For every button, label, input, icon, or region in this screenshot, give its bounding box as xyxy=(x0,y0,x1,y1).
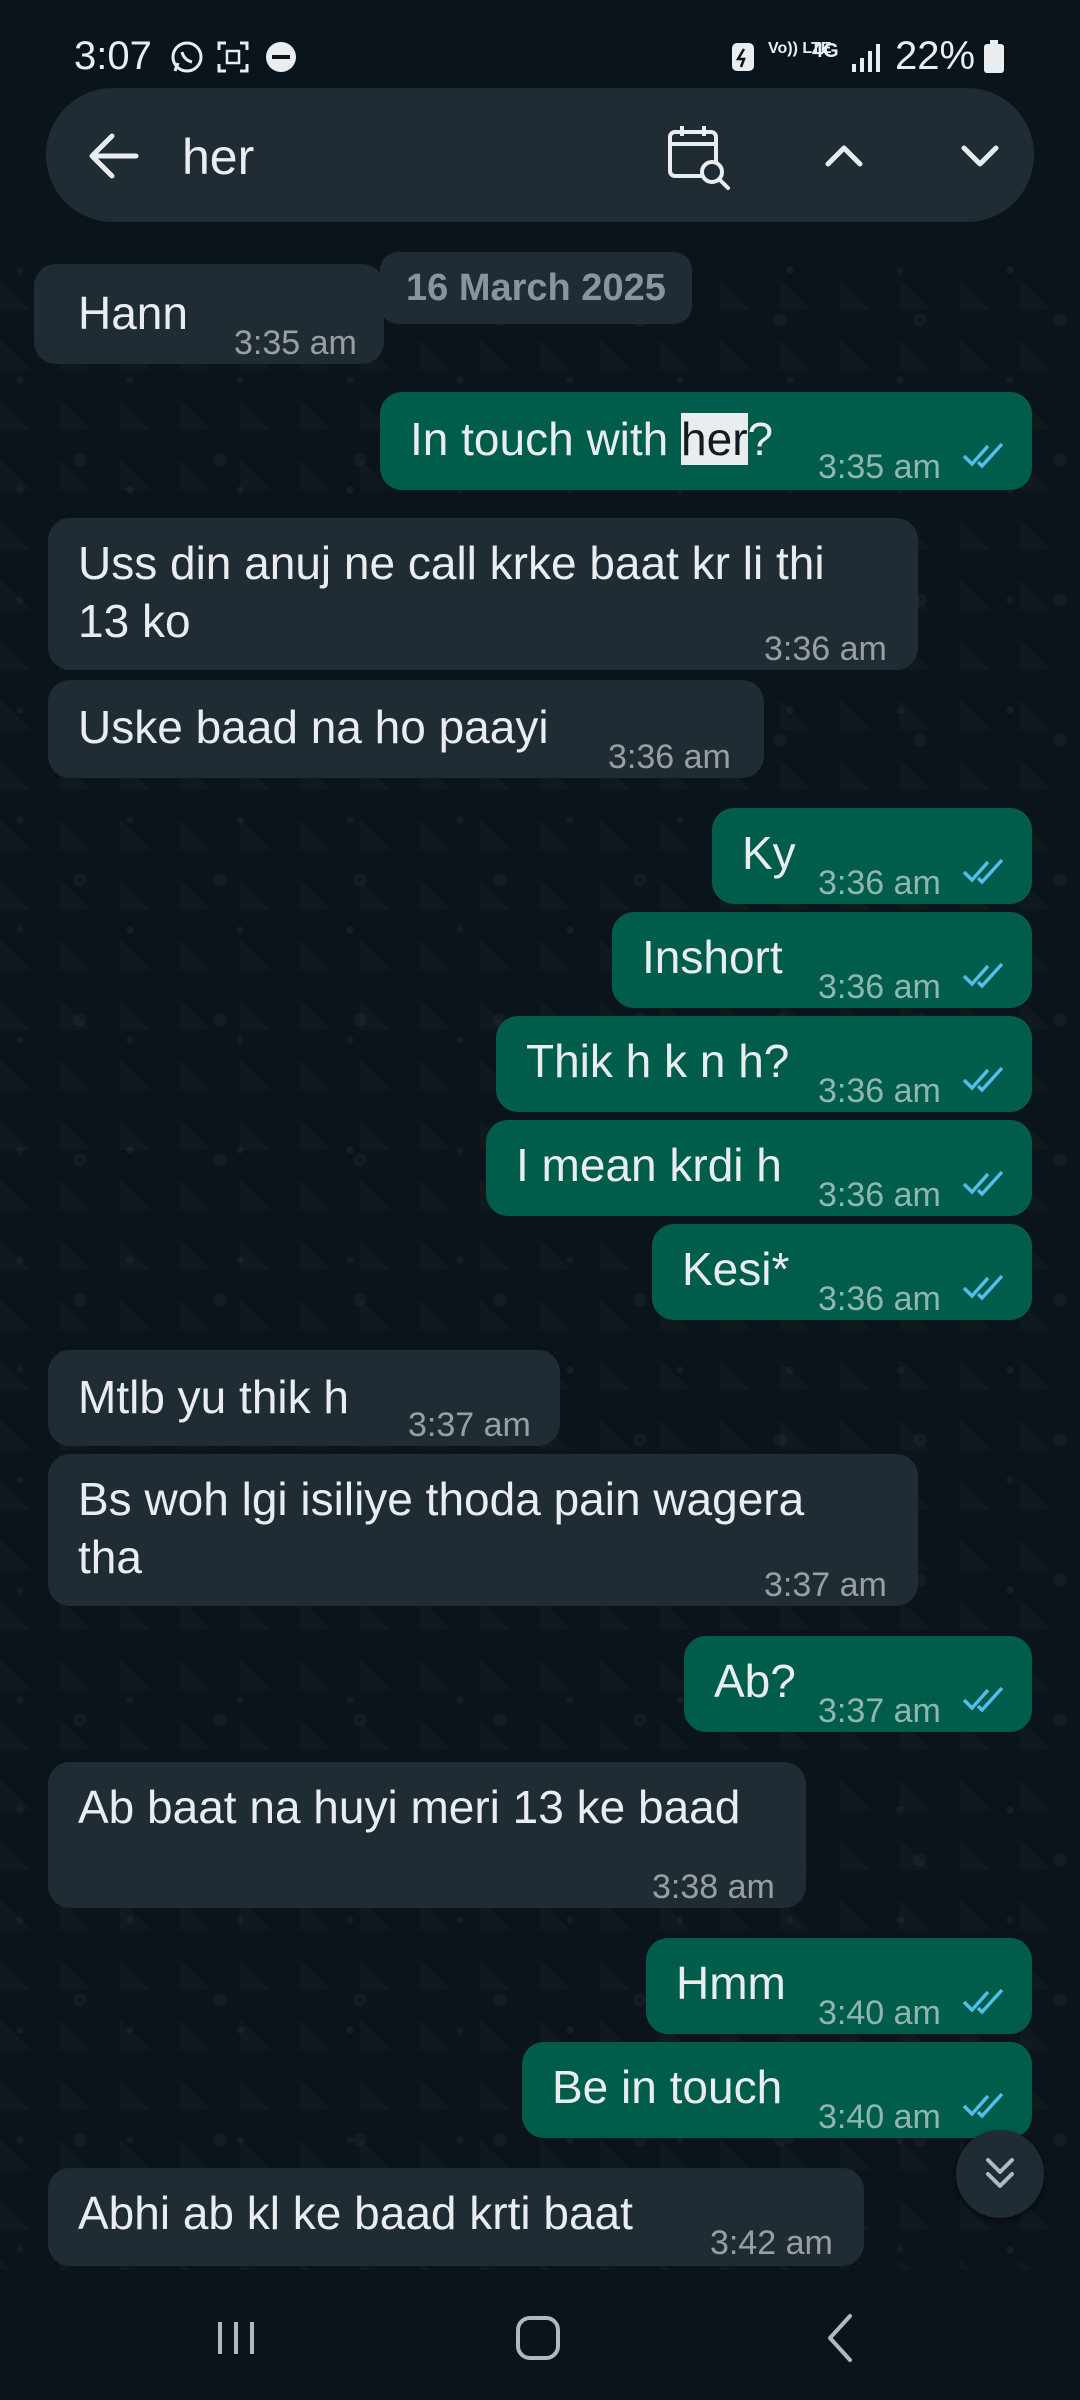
battery-icon xyxy=(984,40,1004,73)
message-text: Ab? xyxy=(714,1655,796,1707)
message-bubble-outgoing[interactable]: I mean krdi h 3:36 am xyxy=(486,1120,1032,1216)
read-receipt-icon xyxy=(962,1988,1004,2015)
message-time: 3:38 am xyxy=(652,1868,775,1906)
message-text-before: In touch with xyxy=(410,413,682,465)
message-bubble-outgoing[interactable]: Inshort 3:36 am xyxy=(612,912,1032,1008)
message-time: 3:35 am xyxy=(234,324,357,362)
message-bubble-outgoing[interactable]: Ab? 3:37 am xyxy=(684,1636,1032,1732)
message-time: 3:40 am xyxy=(818,2098,941,2136)
message-time: 3:35 am xyxy=(818,448,941,486)
do-not-disturb-icon xyxy=(266,42,296,72)
message-time: 3:37 am xyxy=(818,1692,941,1730)
search-match-highlight: her xyxy=(681,413,748,465)
message-time: 3:36 am xyxy=(818,864,941,902)
read-receipt-icon xyxy=(962,1686,1004,1713)
message-text: Uske baad na ho paayi xyxy=(78,701,549,753)
read-receipt-icon xyxy=(962,1274,1004,1301)
message-bubble-outgoing[interactable]: Ky 3:36 am xyxy=(712,808,1032,904)
message-time: 3:36 am xyxy=(818,1176,941,1214)
message-text: Ky xyxy=(742,827,796,879)
message-time: 3:36 am xyxy=(764,630,887,668)
message-time: 3:36 am xyxy=(818,968,941,1006)
whatsapp-notification-icon xyxy=(171,41,203,73)
back-arrow-icon[interactable] xyxy=(82,124,146,188)
message-bubble-outgoing[interactable]: Thik h k n h? 3:36 am xyxy=(496,1016,1032,1112)
message-text: Hmm xyxy=(676,1957,786,2009)
message-text: Hann xyxy=(78,287,188,339)
message-time: 3:36 am xyxy=(608,738,731,776)
battery-saver-icon xyxy=(732,43,754,71)
message-text: Inshort xyxy=(642,931,783,983)
message-bubble-incoming[interactable]: Mtlb yu thik h 3:37 am xyxy=(48,1350,560,1446)
recent-apps-icon[interactable] xyxy=(206,2308,266,2368)
message-time: 3:37 am xyxy=(764,1566,887,1604)
message-text: Thik h k n h? xyxy=(526,1035,790,1087)
message-text: In touch with her? xyxy=(410,410,773,468)
message-text-after: ? xyxy=(747,413,774,465)
home-icon[interactable] xyxy=(508,2308,568,2368)
calendar-search-icon[interactable] xyxy=(664,122,734,192)
message-text: Be in touch xyxy=(552,2061,783,2113)
status-bar: 3:07 Vo)) LTE 4G 22% xyxy=(0,0,1080,100)
read-receipt-icon xyxy=(962,442,1004,469)
back-icon[interactable] xyxy=(812,2308,872,2368)
scroll-to-bottom-button[interactable] xyxy=(956,2130,1044,2218)
message-bubble-incoming[interactable]: Uss din anuj ne call krke baat kr li thi… xyxy=(48,518,918,670)
search-input[interactable] xyxy=(180,120,664,194)
message-bubble-outgoing[interactable]: Hmm 3:40 am xyxy=(646,1938,1032,2034)
message-bubble-incoming[interactable]: Abhi ab kl ke baad krti baat 3:42 am xyxy=(48,2168,864,2266)
read-receipt-icon xyxy=(962,962,1004,989)
chevron-up-icon[interactable] xyxy=(812,124,876,188)
network-type: 4G xyxy=(812,40,839,62)
message-bubble-outgoing[interactable]: In touch with her? 3:35 am xyxy=(380,392,1032,490)
message-bubble-incoming[interactable]: Bs woh lgi isiliye thoda pain wagera tha… xyxy=(48,1454,918,1606)
read-receipt-icon xyxy=(962,1066,1004,1093)
message-text: Bs woh lgi isiliye thoda pain wagera tha xyxy=(78,1473,805,1583)
message-text: Ab baat na huyi meri 13 ke baad xyxy=(78,1781,741,1833)
message-time: 3:36 am xyxy=(818,1072,941,1110)
message-text: Kesi* xyxy=(682,1243,790,1295)
message-text: Abhi ab kl ke baad krti baat xyxy=(78,2187,633,2239)
in-chat-search-bar xyxy=(46,88,1034,222)
read-receipt-icon xyxy=(962,858,1004,885)
message-time: 3:42 am xyxy=(710,2224,833,2262)
battery-percentage: 22% xyxy=(895,34,976,78)
signal-strength-icon xyxy=(852,44,880,72)
message-bubble-incoming[interactable]: Uske baad na ho paayi 3:36 am xyxy=(48,680,764,778)
message-time: 3:36 am xyxy=(818,1280,941,1318)
system-navigation-bar xyxy=(0,2270,1080,2400)
message-bubble-outgoing[interactable]: Be in touch 3:40 am xyxy=(522,2042,1032,2138)
message-bubble-incoming[interactable]: Hann 3:35 am xyxy=(34,264,384,364)
read-receipt-icon xyxy=(962,2092,1004,2119)
double-chevron-down-icon xyxy=(986,2158,1014,2188)
message-time: 3:40 am xyxy=(818,1994,941,2032)
date-chip: 16 March 2025 xyxy=(380,252,692,324)
message-text: Mtlb yu thik h xyxy=(78,1371,349,1423)
message-text: I mean krdi h xyxy=(516,1139,782,1191)
message-bubble-incoming[interactable]: Ab baat na huyi meri 13 ke baad 3:38 am xyxy=(48,1762,806,1908)
chevron-down-icon[interactable] xyxy=(948,124,1012,188)
status-time: 3:07 xyxy=(74,34,152,78)
message-time: 3:37 am xyxy=(408,1406,531,1444)
message-text: Uss din anuj ne call krke baat kr li thi… xyxy=(78,537,825,647)
read-receipt-icon xyxy=(962,1170,1004,1197)
screenshot-icon xyxy=(217,41,249,73)
message-bubble-outgoing[interactable]: Kesi* 3:36 am xyxy=(652,1224,1032,1320)
